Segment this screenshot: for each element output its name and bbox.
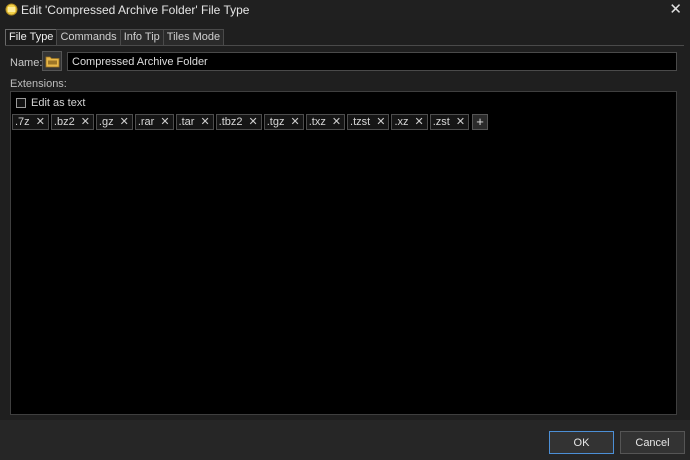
extension-chip-label: .tgz	[266, 116, 285, 128]
remove-extension-icon[interactable]: ✕	[200, 115, 209, 129]
edit-as-text-label: Edit as text	[31, 97, 86, 109]
remove-extension-icon[interactable]: ✕	[81, 115, 90, 129]
extension-chip: .tar ✕	[175, 114, 214, 130]
extensions-label: Extensions:	[10, 78, 67, 90]
extension-chip-list: .7z ✕ .bz2 ✕ .gz ✕ .rar ✕ .tar ✕ .tbz2 ✕ .tgz ✕ .txz ✕.…	[12, 114, 489, 130]
extension-chip-label: .tzst	[350, 116, 371, 128]
remove-extension-icon[interactable]: ✕	[160, 115, 169, 129]
extension-chip: .7z ✕	[12, 114, 49, 130]
window-title: Edit 'Compressed Archive Folder' File Ty…	[21, 3, 250, 17]
icon-picker-button[interactable]	[42, 51, 62, 71]
extensions-panel: Edit as text .7z ✕ .bz2 ✕ .gz ✕ .rar ✕ .tar ✕ .tbz…	[10, 91, 677, 415]
extension-chip-label: .xz	[394, 116, 409, 128]
extension-chip: .tzst ✕	[347, 114, 390, 130]
tab-tiles-mode[interactable]: Tiles Mode	[162, 29, 225, 45]
extension-chip-label: .zst	[432, 116, 450, 128]
extension-chip-label: .gz	[98, 116, 114, 128]
extension-chip-label: .txz	[308, 116, 326, 128]
add-extension-button[interactable]: +	[472, 114, 489, 130]
extension-chip: .tbz2 ✕	[215, 114, 262, 130]
remove-extension-icon[interactable]: ✕	[249, 115, 258, 129]
remove-extension-icon[interactable]: ✕	[332, 115, 341, 129]
tab-strip: File Type Commands Info Tip Tiles Mode	[5, 29, 225, 46]
extension-chip: .tgz ✕	[263, 114, 304, 130]
tab-info-tip[interactable]: Info Tip	[119, 29, 164, 45]
close-icon[interactable]: ✕	[669, 1, 682, 19]
ok-button[interactable]: OK	[549, 431, 614, 454]
extension-chip-label: .rar	[137, 116, 155, 128]
folder-icon	[45, 56, 59, 67]
edit-as-text-checkbox[interactable]	[16, 98, 26, 108]
remove-extension-icon[interactable]: ✕	[415, 115, 424, 129]
extension-chip: .zst ✕	[429, 114, 470, 130]
remove-extension-icon[interactable]: ✕	[456, 115, 465, 129]
tab-divider	[5, 45, 684, 46]
extension-chip: .bz2 ✕	[50, 114, 94, 130]
extension-chip-label: .7z	[15, 116, 30, 128]
remove-extension-icon[interactable]: ✕	[36, 115, 45, 129]
tab-file-type[interactable]: File Type	[5, 29, 58, 46]
remove-extension-icon[interactable]: ✕	[120, 115, 129, 129]
name-input[interactable]	[67, 52, 677, 71]
extension-chip-label: .bz2	[53, 116, 75, 128]
extension-chip-label: .tbz2	[218, 116, 243, 128]
title-bar: Edit 'Compressed Archive Folder' File Ty…	[0, 0, 690, 20]
edit-as-text-row[interactable]: Edit as text	[16, 97, 85, 109]
extension-chip: .rar ✕	[134, 114, 174, 130]
extension-chip: .gz ✕	[95, 114, 133, 130]
name-label: Name:	[10, 57, 43, 69]
remove-extension-icon[interactable]: ✕	[290, 115, 299, 129]
remove-extension-icon[interactable]: ✕	[376, 115, 385, 129]
app-icon	[5, 3, 18, 16]
extension-chip: .txz ✕	[305, 114, 346, 130]
extension-chip: .xz ✕	[391, 114, 428, 130]
cancel-button[interactable]: Cancel	[620, 431, 685, 454]
tab-commands[interactable]: Commands	[56, 29, 121, 45]
extension-chip-label: .tar	[178, 116, 195, 128]
